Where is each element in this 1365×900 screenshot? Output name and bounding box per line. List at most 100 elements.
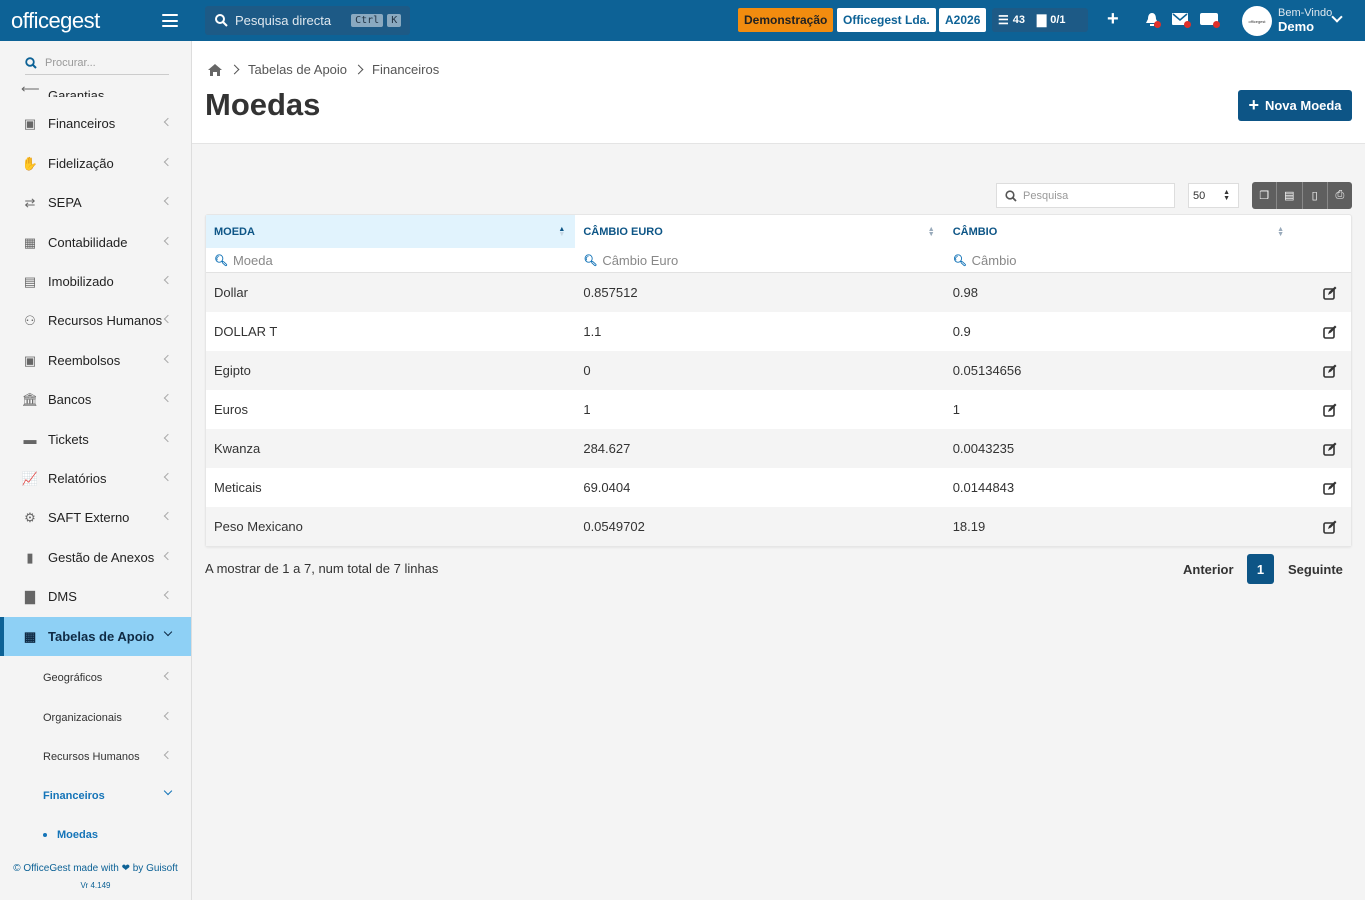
sidebar-search[interactable]: Procurar... (25, 51, 169, 75)
sidebar-item-imobilizado[interactable]: ▤ Imobilizado (0, 262, 191, 301)
home-icon[interactable] (207, 63, 223, 77)
breadcrumb-separator-icon (229, 64, 240, 75)
copy-button[interactable]: ❐ (1252, 182, 1278, 209)
new-currency-button[interactable]: + Nova Moeda (1238, 90, 1352, 121)
cell-moeda: Egipto (214, 363, 251, 378)
edit-icon[interactable] (1323, 481, 1337, 495)
chevron-left-icon (163, 671, 173, 681)
sidebar-sub-recursos-humanos[interactable]: Recursos Humanos (0, 737, 191, 776)
sidebar-item-relatorios[interactable]: 📈 Relatórios (0, 459, 191, 498)
chevron-left-icon (163, 236, 173, 246)
sidebar-item-fidelizacao[interactable]: ✋ Fidelização (0, 144, 191, 183)
edit-icon[interactable] (1323, 364, 1337, 378)
edit-icon[interactable] (1323, 325, 1337, 339)
sidebar-item-dms[interactable]: ▇ DMS (0, 577, 191, 616)
new-currency-label: Nova Moeda (1264, 98, 1342, 113)
bank-icon: 🏛 (21, 391, 39, 407)
chevron-left-icon (163, 393, 173, 403)
company-badge[interactable]: Officegest Lda. (837, 8, 936, 32)
column-header-moeda[interactable]: MOEDA ▲ ▼ (206, 215, 576, 248)
table-row[interactable]: Euros 1 1 (206, 390, 1351, 429)
table-row[interactable]: Egipto 0 0.05134656 (206, 351, 1351, 390)
sidebar-item-garantias[interactable]: ⟵ Garantias (0, 75, 191, 97)
edit-icon[interactable] (1323, 403, 1337, 417)
sidebar-item-financeiros[interactable]: ▣ Financeiros (0, 104, 191, 143)
pdf-button[interactable]: ▯ (1302, 182, 1328, 209)
sidebar-item-tabelas-de-apoio[interactable]: ▦ Tabelas de Apoio (0, 617, 191, 656)
sidebar-item-reembolsos[interactable]: ▣ Reembolsos (0, 341, 191, 380)
logo[interactable]: officegest (11, 8, 100, 34)
table-header: MOEDA ▲ ▼ CÂMBIO EURO ▲ ▼ CÂMBIO ▲ ▼ (206, 215, 1351, 248)
column-header-cambio-euro[interactable]: CÂMBIO EURO ▲ ▼ (575, 215, 944, 248)
filter-cambio-euro[interactable]: 🔍︎ Câmbio Euro (575, 248, 944, 272)
sidebar-item-gestao-anexos[interactable]: ▮ Gestão de Anexos (0, 538, 191, 577)
page-title: Moedas (205, 87, 321, 122)
edit-icon[interactable] (1323, 442, 1337, 456)
sidebar-item-saft-externo[interactable]: ⚙ SAFT Externo (0, 498, 191, 537)
shortcut-key-k: K (387, 14, 402, 27)
column-header-actions (1294, 215, 1351, 248)
avatar[interactable]: officegest (1242, 6, 1272, 36)
breadcrumb-item[interactable]: Financeiros (372, 62, 439, 77)
pagination-current[interactable]: 1 (1247, 554, 1274, 584)
breadcrumb-item[interactable]: Tabelas de Apoio (248, 62, 347, 77)
cell-moeda: Dollar (214, 285, 248, 300)
column-header-cambio[interactable]: CÂMBIO ▲ ▼ (945, 215, 1294, 248)
edit-icon[interactable] (1323, 520, 1337, 534)
sidebar-item-label: Garantias (48, 88, 105, 97)
chevron-left-icon (163, 750, 173, 760)
sidebar-item-bancos[interactable]: 🏛 Bancos (0, 380, 191, 419)
hand-coin-icon: ✋ (21, 155, 39, 171)
footer-credits[interactable]: © OfficeGest made with ❤ by Guisoft (0, 863, 191, 874)
sidebar-sub-organizacionais[interactable]: Organizacionais (0, 698, 191, 737)
page-size-select[interactable]: 50 ▲ ▼ (1188, 183, 1239, 208)
print-button[interactable]: ⎙ (1327, 182, 1352, 209)
filter-cambio[interactable]: 🔍︎ Câmbio (945, 248, 1294, 272)
sidebar-item-tickets[interactable]: ▬ Tickets (0, 420, 191, 459)
sidebar-leaf-moedas[interactable]: Moedas (43, 829, 98, 841)
table-row[interactable]: DOLLAR T 1.1 0.9 (206, 312, 1351, 351)
pagination-prev[interactable]: Anterior (1183, 554, 1234, 584)
cell-cambio: 0.98 (952, 285, 978, 300)
menu-toggle-icon[interactable] (162, 14, 178, 27)
edit-icon[interactable] (1323, 286, 1337, 300)
counters[interactable]: ☰ 43 ▇ 0/1 (992, 8, 1088, 32)
user-name: Demo (1278, 19, 1315, 34)
table-body: Dollar 0.857512 0.98 DOLLAR T 1.1 0.9 Eg… (206, 273, 1351, 546)
sidebar-sub-geograficos[interactable]: Geográficos (0, 658, 191, 697)
chevron-left-icon (163, 711, 173, 721)
demo-badge[interactable]: Demonstração (738, 8, 834, 32)
calculator-icon: ▦ (23, 234, 37, 250)
sidebar-sub-financeiros[interactable]: Financeiros (0, 776, 191, 815)
pagination-next[interactable]: Seguinte (1288, 554, 1343, 584)
cell-moeda: Kwanza (214, 441, 261, 456)
sidebar-sub-label: Financeiros (43, 789, 105, 802)
sidebar-item-recursos-humanos[interactable]: ⚇ Recursos Humanos (0, 301, 191, 340)
file-icon: ▯ (1311, 190, 1318, 202)
table-row[interactable]: Kwanza 284.627 0.0043235 (206, 429, 1351, 468)
chevron-left-icon (163, 117, 173, 127)
chevron-left-icon (163, 472, 173, 482)
sidebar-item-sepa[interactable]: ⇄ SEPA (0, 183, 191, 222)
cell-cambio-euro: 284.627 (583, 441, 631, 456)
year-badge[interactable]: A2026 (939, 8, 987, 32)
table-search-input[interactable]: Pesquisa (996, 183, 1175, 208)
sidebar-item-label: Reembolsos (48, 353, 121, 368)
welcome[interactable]: Bem-Vindo Demo (1278, 7, 1332, 33)
sidebar-item-contabilidade[interactable]: ▦ Contabilidade (0, 223, 191, 262)
search-icon: 🔍︎ (214, 254, 228, 267)
filter-moeda[interactable]: 🔍︎ Moeda (206, 248, 575, 272)
cell-cambio: 1 (952, 402, 960, 417)
table-row[interactable]: Meticais 69.0404 0.0144843 (206, 468, 1351, 507)
excel-button[interactable]: ▤ (1277, 182, 1303, 209)
global-search[interactable]: Pesquisa directa Ctrl K (205, 6, 410, 35)
table-row[interactable]: Peso Mexicano 0.0549702 18.19 (206, 507, 1351, 546)
add-icon[interactable]: + (1107, 8, 1119, 31)
chevron-left-icon (163, 511, 173, 521)
sidebar-item-label: Bancos (48, 392, 92, 407)
ticket-icon: ▬ (23, 432, 37, 447)
table-row[interactable]: Dollar 0.857512 0.98 (206, 273, 1351, 312)
sort-arrows-icon: ▲ ▼ (1223, 189, 1230, 202)
sidebar-item-label: Tabelas de Apoio (48, 629, 155, 644)
sidebar-item-label: Contabilidade (48, 235, 128, 250)
